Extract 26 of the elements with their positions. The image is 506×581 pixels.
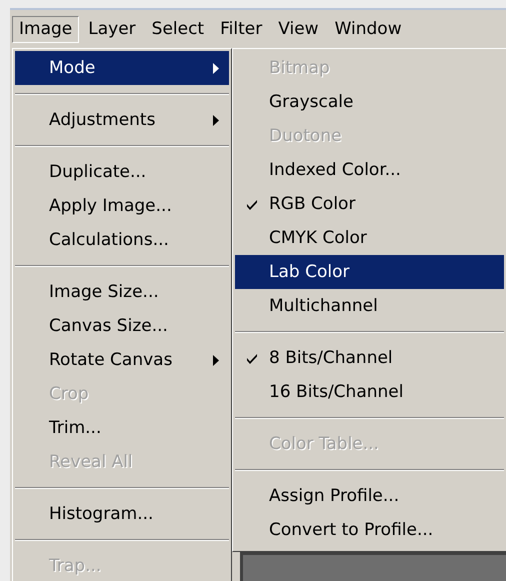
menu-bar-item[interactable]: Layer	[81, 16, 143, 42]
menu-item[interactable]: Rotate Canvas	[15, 343, 229, 377]
menu-item[interactable]: 8 Bits/Channel	[235, 341, 504, 375]
menu-item[interactable]: Adjustments	[15, 103, 229, 137]
menu-item[interactable]: Convert to Profile...	[235, 513, 504, 547]
menu-item[interactable]: Image Size...	[15, 275, 229, 309]
menu-bar-item[interactable]: Window	[328, 16, 409, 42]
menu-item[interactable]: Apply Image...	[15, 189, 229, 223]
menu-item[interactable]: Mode	[15, 51, 229, 85]
menu-item[interactable]: Indexed Color...	[235, 153, 504, 187]
menu-item[interactable]: Duplicate...	[15, 155, 229, 189]
menu-item[interactable]: RGB Color	[235, 187, 504, 221]
menu-item[interactable]: Grayscale	[235, 85, 504, 119]
menu-item[interactable]: Calculations...	[15, 223, 229, 257]
menu-item[interactable]: 16 Bits/Channel	[235, 375, 504, 409]
menu-bar-item[interactable]: Select	[144, 16, 212, 42]
menu-item[interactable]: Canvas Size...	[15, 309, 229, 343]
menu-bar-item[interactable]: View	[271, 16, 326, 42]
menu-item[interactable]: CMYK Color	[235, 221, 504, 255]
menu-item[interactable]: Trim...	[15, 411, 229, 445]
menu-bar-item[interactable]: Filter	[213, 16, 270, 42]
menu-item[interactable]: Lab Color	[235, 255, 504, 289]
menu-bar-item[interactable]: Image	[12, 16, 80, 42]
menu-item[interactable]: Multichannel	[235, 289, 504, 323]
menu-item[interactable]: Assign Profile...	[235, 479, 504, 513]
menu-item[interactable]: Histogram...	[15, 497, 229, 531]
